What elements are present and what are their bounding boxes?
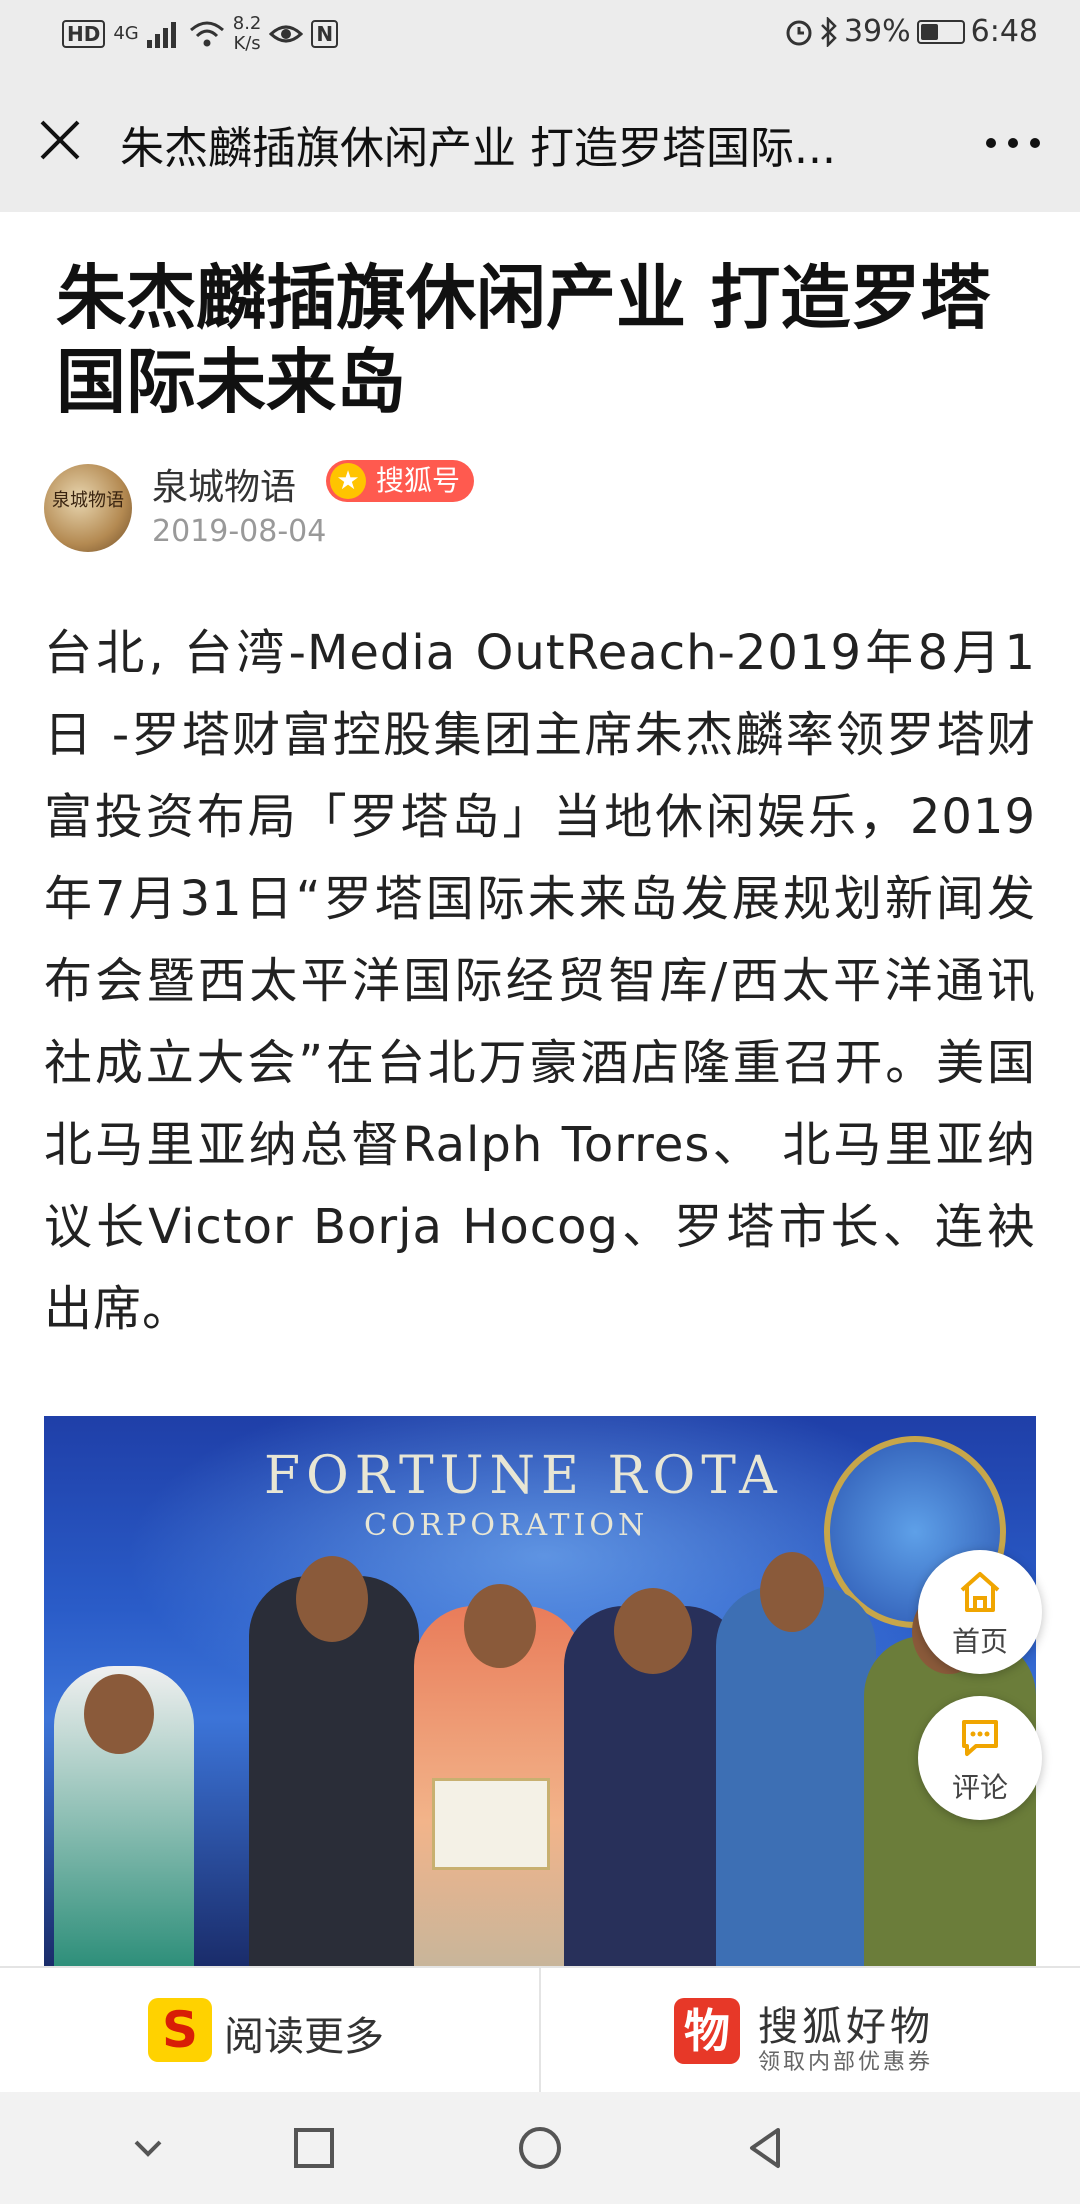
nav-bar: 朱杰麟插旗休闲产业 打造罗塔国际... bbox=[0, 68, 1080, 212]
person-head bbox=[296, 1556, 368, 1642]
alarm-icon bbox=[786, 20, 812, 45]
action-bar: S 阅读更多 物 搜狐好物 领取内部优惠券 bbox=[0, 1966, 1080, 2094]
sohu-badge: ★ 搜狐号 bbox=[326, 460, 475, 502]
wifi-icon bbox=[189, 21, 224, 47]
comment-label: 评论 bbox=[951, 1771, 1008, 1804]
home-label: 首页 bbox=[951, 1625, 1008, 1658]
signal-icon bbox=[146, 22, 176, 48]
status-left: HD 4G 8.2 K/s N bbox=[62, 14, 339, 54]
system-nav-bar bbox=[0, 2092, 1080, 2204]
more-dot bbox=[986, 138, 996, 148]
home-icon bbox=[960, 1572, 1000, 1612]
back-icon[interactable] bbox=[740, 2122, 792, 2174]
person-head bbox=[84, 1674, 154, 1754]
network-label: 4G bbox=[113, 23, 139, 44]
nfc-icon: N bbox=[311, 20, 339, 48]
publish-date: 2019-08-04 bbox=[152, 514, 327, 549]
home-float-button[interactable]: 首页 bbox=[918, 1550, 1042, 1674]
nav-title: 朱杰麟插旗休闲产业 打造罗塔国际... bbox=[120, 123, 836, 174]
author-row[interactable]: 泉城物语 泉城物语 ★ 搜狐号 2019-08-04 bbox=[44, 458, 1034, 558]
speed-value: 8.2 bbox=[232, 13, 262, 34]
comment-icon bbox=[962, 1720, 998, 1756]
action-divider bbox=[539, 1968, 541, 2094]
eye-icon bbox=[269, 25, 304, 43]
chevron-down-icon[interactable] bbox=[122, 2122, 174, 2174]
home-circle-icon[interactable] bbox=[514, 2122, 566, 2174]
person-head bbox=[614, 1588, 692, 1674]
more-icon[interactable] bbox=[986, 138, 1040, 148]
article-body: 台北, 台湾-Media OutReach-2019年8月1日 -罗塔财富控股集… bbox=[44, 625, 1036, 1337]
status-bar: HD 4G 8.2 K/s N 39% 6:48 bbox=[0, 0, 1080, 68]
hd-indicator: HD bbox=[62, 20, 106, 48]
battery-percent: 39% bbox=[843, 14, 911, 49]
article-headline: 朱杰麟插旗休闲产业 打造罗塔国际未来岛 bbox=[56, 257, 991, 423]
shop-subtitle: 领取内部优惠券 bbox=[758, 2050, 934, 2075]
comment-float-button[interactable]: 评论 bbox=[918, 1696, 1042, 1820]
more-dot bbox=[1008, 138, 1018, 148]
read-more-label: 阅读更多 bbox=[224, 2014, 384, 2060]
status-right: 39% 6:48 bbox=[784, 14, 1038, 49]
recents-icon[interactable] bbox=[288, 2122, 340, 2174]
battery-fill bbox=[920, 23, 938, 40]
person bbox=[716, 1586, 876, 1966]
person-head bbox=[760, 1552, 824, 1632]
close-icon[interactable] bbox=[34, 114, 86, 166]
avatar-text: 泉城物语 bbox=[52, 490, 124, 511]
author-name[interactable]: 泉城物语 bbox=[152, 458, 296, 510]
banner-line2: CORPORATION bbox=[364, 1508, 649, 1543]
banner-line1: FORTUNE ROTA bbox=[264, 1446, 783, 1506]
more-dot bbox=[1030, 138, 1040, 148]
shop-app-icon: 物 bbox=[674, 1998, 740, 2064]
author-avatar[interactable]: 泉城物语 bbox=[44, 464, 132, 552]
speed-unit: K/s bbox=[233, 33, 261, 54]
certificate bbox=[432, 1778, 550, 1870]
sohu-app-icon: S bbox=[148, 1998, 212, 2062]
bluetooth-icon bbox=[821, 16, 837, 47]
battery-icon bbox=[916, 19, 965, 44]
badge-label: 搜狐号 bbox=[376, 464, 461, 497]
person-head bbox=[464, 1584, 536, 1668]
clock: 6:48 bbox=[970, 14, 1038, 49]
network-speed: 8.2 K/s bbox=[233, 14, 262, 54]
article-photo[interactable]: FORTUNE ROTA CORPORATION bbox=[44, 1416, 1036, 1966]
star-icon: ★ bbox=[330, 463, 366, 499]
